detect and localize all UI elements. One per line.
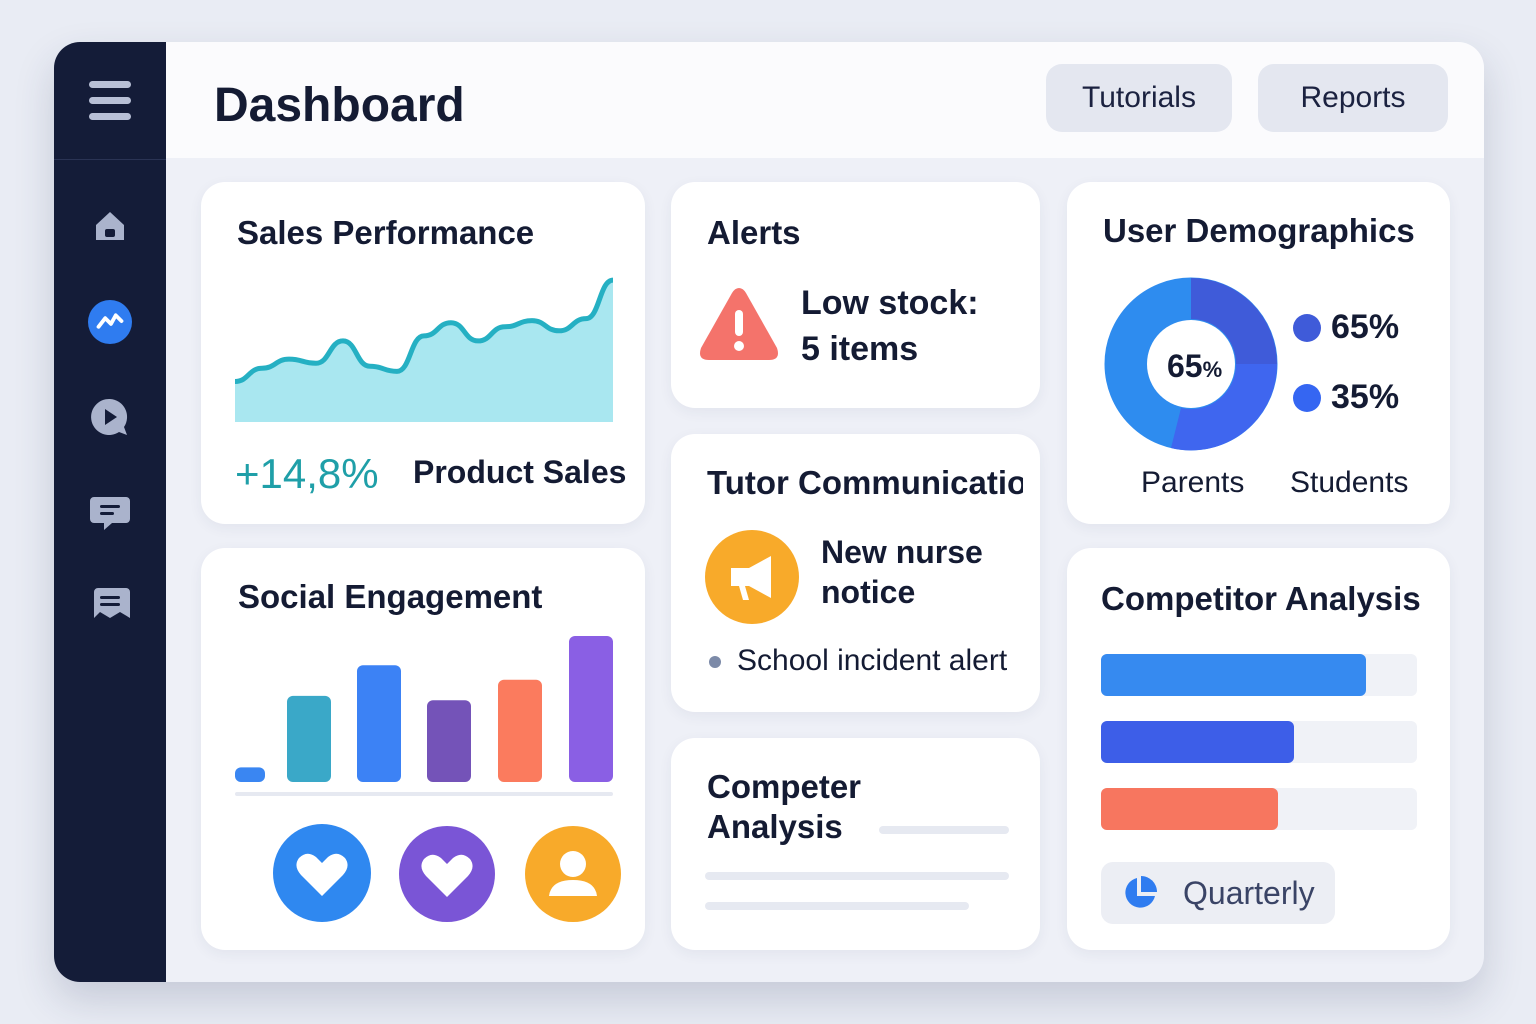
social-bar <box>427 700 471 782</box>
legend-value-parents: 65% <box>1331 308 1400 346</box>
heart-icon[interactable] <box>399 826 495 927</box>
competitor-bar <box>1101 654 1367 696</box>
tutor-communication-card[interactable]: Tutor Communicatio New nurse notice Scho… <box>671 434 1040 712</box>
placeholder-line <box>879 826 1009 834</box>
competitor-bar <box>1101 788 1278 830</box>
sidebar <box>54 42 166 982</box>
quarterly-label: Quarterly <box>1183 874 1315 911</box>
chat-icon[interactable] <box>88 490 132 534</box>
competitor-bar-track <box>1101 721 1417 763</box>
sales-change: +14,8% <box>235 450 379 497</box>
tutorials-button[interactable]: Tutorials <box>1046 64 1232 132</box>
placeholder-line <box>705 872 1009 880</box>
notice-line-1: New nurse <box>821 534 983 570</box>
card-title: Tutor Communicatio <box>707 464 1023 501</box>
card-title-line-1: Competer <box>707 768 862 805</box>
competer-analysis-card[interactable]: Competer Analysis <box>671 738 1040 950</box>
megaphone-icon <box>705 530 799 624</box>
home-icon[interactable] <box>88 204 132 248</box>
incident-alert-item[interactable]: School incident alert <box>737 644 1007 678</box>
card-title: User Demographics <box>1103 212 1415 249</box>
trend-icon[interactable] <box>88 300 132 344</box>
heart-icon[interactable] <box>273 824 371 927</box>
label-parents: Parents <box>1141 466 1245 499</box>
card-title: Sales Performance <box>237 214 535 251</box>
reports-button[interactable]: Reports <box>1258 64 1448 132</box>
social-bar <box>569 636 613 782</box>
social-bar <box>357 665 401 782</box>
bullet-dot <box>709 656 721 668</box>
sales-performance-card[interactable]: Sales Performance +14,8% Product Sales <box>201 182 645 524</box>
competitor-bar-track <box>1101 788 1417 830</box>
competitor-bar-chart <box>1101 654 1417 838</box>
social-bar <box>498 679 542 782</box>
social-bar-chart <box>235 636 613 796</box>
card-title: Competitor Analysis <box>1101 580 1421 617</box>
sales-area-chart <box>235 277 613 422</box>
user-icon[interactable] <box>525 826 621 927</box>
chart-baseline <box>235 792 613 796</box>
competitor-bar-track <box>1101 654 1417 696</box>
donut-center-value: 65% <box>1167 348 1223 384</box>
quarterly-button[interactable]: Quarterly <box>1101 862 1335 924</box>
pie-chart-icon <box>1125 876 1157 908</box>
social-bar <box>287 695 331 782</box>
social-bar <box>235 767 265 782</box>
play-chat-icon[interactable] <box>88 395 132 439</box>
hamburger-icon[interactable] <box>54 42 166 160</box>
alert-line-2: 5 items <box>801 330 919 368</box>
competitor-analysis-card[interactable]: Competitor Analysis Quarterly <box>1067 548 1450 950</box>
label-students: Students <box>1290 466 1409 499</box>
legend-value-students: 35% <box>1331 378 1400 416</box>
sales-area <box>235 280 613 422</box>
legend-dot-students <box>1293 384 1321 412</box>
page-title: Dashboard <box>214 79 465 132</box>
legend-dot-parents <box>1293 314 1321 342</box>
message-icon[interactable] <box>88 582 132 626</box>
card-title: Alerts <box>707 214 801 251</box>
sales-label: Product Sales <box>413 454 627 490</box>
app-window: Dashboard Tutorials Reports Sales Perfor… <box>54 42 1484 982</box>
top-bar: Dashboard Tutorials Reports <box>166 42 1484 158</box>
competitor-bar <box>1101 721 1294 763</box>
warning-icon <box>700 288 778 360</box>
placeholder-line <box>705 902 969 910</box>
user-demographics-card[interactable]: User Demographics 65% 65% 35% Parents St… <box>1067 182 1450 524</box>
card-title-line-2: Analysis <box>707 808 843 845</box>
alert-line-1: Low stock: <box>801 284 979 322</box>
social-engagement-card[interactable]: Social Engagement <box>201 548 645 950</box>
notice-line-2: notice <box>821 574 916 610</box>
card-title: Social Engagement <box>238 578 543 615</box>
alerts-card[interactable]: Alerts Low stock: 5 items <box>671 182 1040 408</box>
